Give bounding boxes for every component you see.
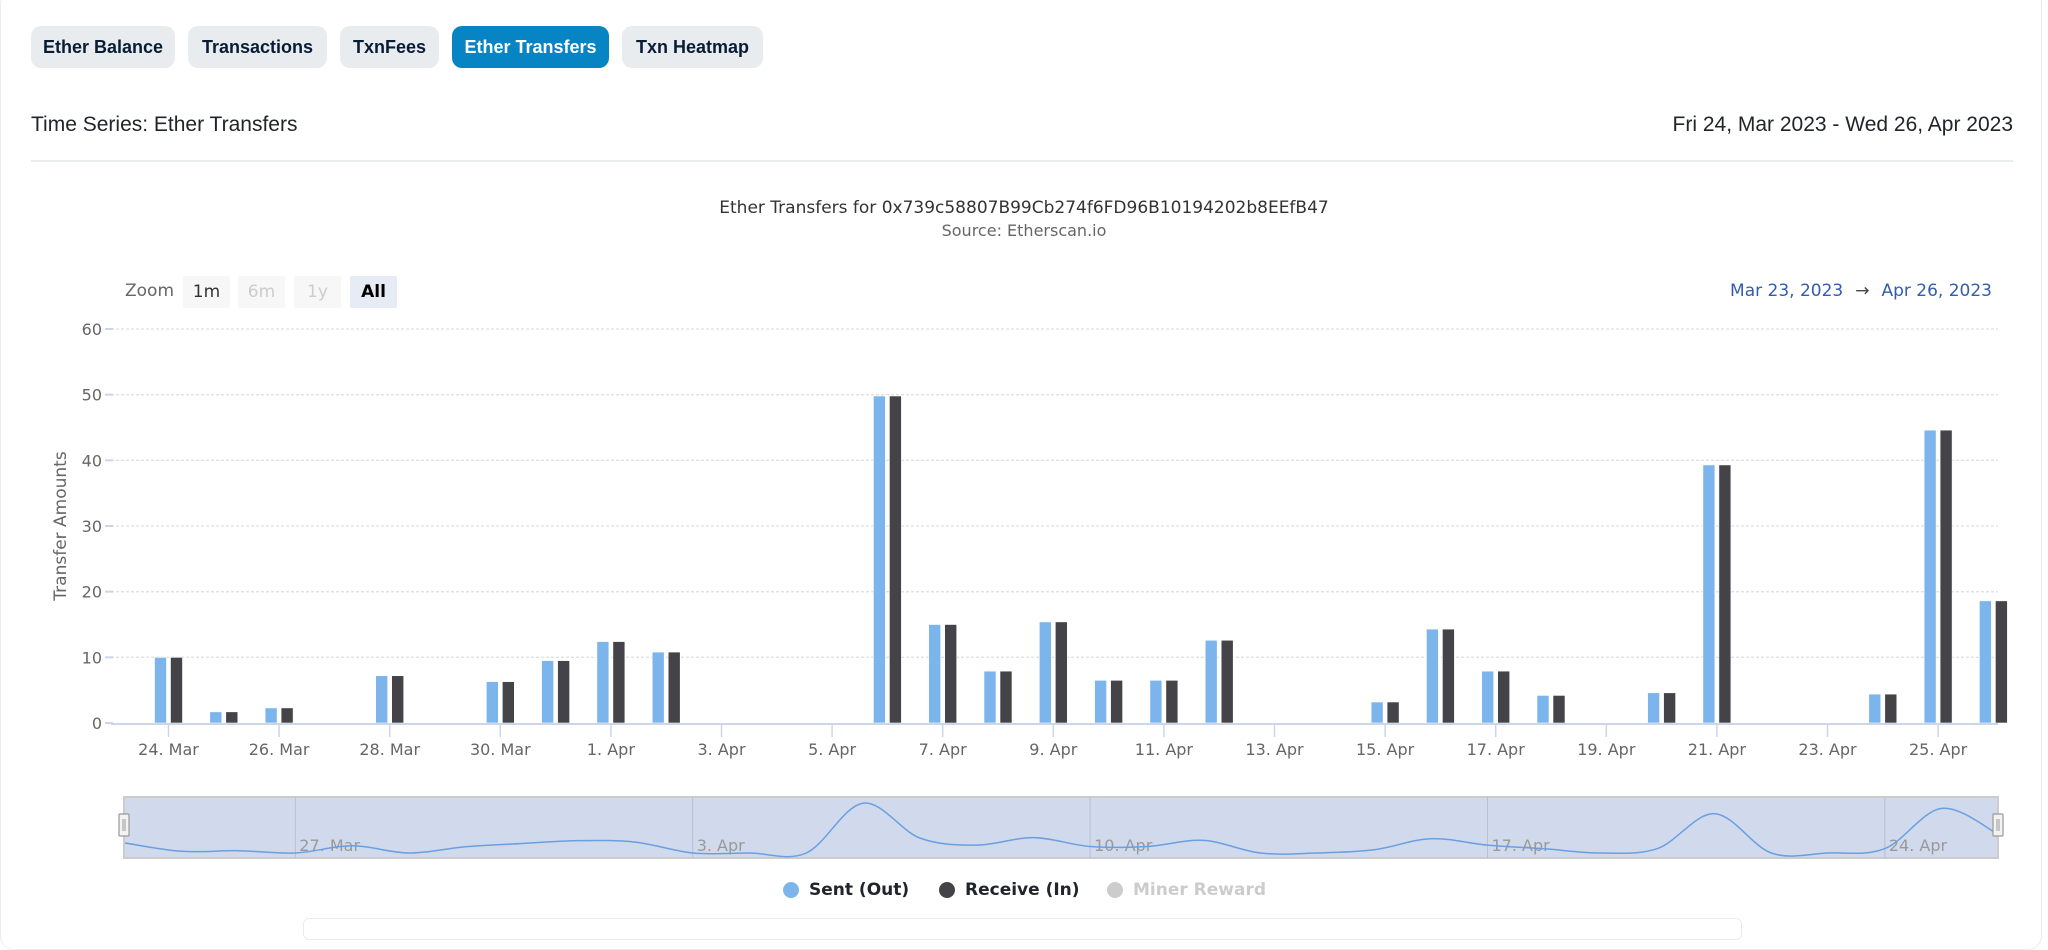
y-tick-label: 30: [82, 517, 102, 536]
navigator-label: 24. Apr: [1889, 836, 1948, 855]
bar-sent: [928, 624, 942, 724]
legend-label: Miner Reward: [1133, 880, 1267, 900]
legend-label: Receive (In): [965, 880, 1080, 900]
bar-receive: [999, 670, 1013, 724]
x-tick-label: 26. Mar: [249, 740, 310, 759]
x-tick-label: 30. Mar: [470, 740, 531, 759]
bar-sent: [1702, 464, 1716, 724]
x-tick-label: 7. Apr: [919, 740, 967, 759]
legend-label: Sent (Out): [809, 880, 910, 900]
bar-sent: [983, 670, 997, 724]
bar-sent: [1923, 429, 1937, 724]
bar-sent: [154, 657, 167, 724]
y-tick-label: 10: [82, 648, 102, 667]
bar-receive: [1663, 692, 1676, 724]
bar-sent: [264, 707, 278, 724]
bar-sent: [1039, 621, 1052, 724]
x-tick-label: 3. Apr: [697, 740, 745, 759]
bar-receive: [1220, 639, 1234, 724]
bar-receive: [944, 624, 958, 724]
bar-sent: [541, 660, 554, 724]
bar-receive: [557, 660, 570, 724]
bar-sent: [1426, 628, 1439, 724]
bar-receive: [889, 395, 902, 724]
bar-receive: [1995, 600, 2008, 724]
bar-receive: [1110, 680, 1123, 724]
y-tick-label: 40: [82, 451, 102, 470]
bar-receive: [1718, 464, 1732, 724]
legend-item-receive[interactable]: Receive (In): [939, 880, 1080, 900]
bar-receive: [501, 681, 515, 724]
y-tick-label: 50: [82, 386, 102, 405]
x-tick-label: 11. Apr: [1135, 740, 1194, 759]
navigator-right-handle[interactable]: [1992, 813, 2004, 837]
legend-dot-icon: [1107, 882, 1123, 898]
x-tick-label: 23. Apr: [1798, 740, 1857, 759]
navigator-label: 10. Apr: [1094, 836, 1153, 855]
x-tick-label: 17. Apr: [1467, 740, 1526, 759]
bar-sent: [873, 395, 886, 724]
navigator-left-handle[interactable]: [118, 813, 130, 837]
bar-receive: [1884, 693, 1898, 724]
y-axis-title: Transfer Amounts: [51, 451, 71, 602]
y-tick-label: 0: [92, 714, 102, 733]
legend-item-sent[interactable]: Sent (Out): [783, 880, 909, 900]
x-tick-label: 19. Apr: [1577, 740, 1636, 759]
bar-sent: [1868, 693, 1882, 724]
bar-receive: [1497, 670, 1510, 724]
x-tick-label: 24. Mar: [138, 740, 199, 759]
bar-sent: [651, 651, 665, 724]
x-tick-label: 1. Apr: [587, 740, 635, 759]
bar-receive: [1552, 695, 1566, 724]
bar-receive: [667, 651, 681, 724]
bar-receive: [391, 675, 405, 724]
bar-receive: [1165, 680, 1179, 724]
bar-receive: [170, 657, 183, 724]
bar-receive: [1055, 621, 1068, 724]
bar-sent: [1094, 680, 1107, 724]
x-tick-label: 5. Apr: [808, 740, 856, 759]
bottom-panel: [303, 918, 1742, 940]
bar-receive: [1939, 429, 1953, 724]
x-tick-label: 28. Mar: [359, 740, 420, 759]
bar-sent: [209, 711, 223, 724]
bar-sent: [1536, 695, 1550, 724]
bar-sent: [375, 675, 389, 724]
x-tick-label: 25. Apr: [1909, 740, 1968, 759]
bar-receive: [225, 711, 239, 724]
bar-sent: [1481, 670, 1494, 724]
x-tick-label: 13. Apr: [1245, 740, 1304, 759]
bar-receive: [612, 641, 626, 724]
bar-sent: [1647, 692, 1660, 724]
bar-receive: [280, 707, 294, 724]
legend-dot-icon: [939, 882, 955, 898]
bar-receive: [1386, 701, 1400, 724]
bar-sent: [1204, 639, 1218, 724]
y-tick-label: 60: [82, 320, 102, 339]
navigator-label: 3. Apr: [697, 836, 745, 855]
bar-sent: [596, 641, 610, 724]
bar-sent: [1979, 600, 1992, 724]
x-tick-label: 9. Apr: [1029, 740, 1077, 759]
chart-svg: 0 10 20 30 40 50 60 Transfer Amounts 24. Mar 26. …: [51, 320, 2008, 859]
x-tick-label: 15. Apr: [1356, 740, 1415, 759]
bar-receive: [1442, 628, 1455, 724]
legend-dot-icon: [783, 882, 799, 898]
bar-sent: [1370, 701, 1384, 724]
legend-item-miner-reward[interactable]: Miner Reward: [1107, 880, 1266, 900]
x-tick-label: 21. Apr: [1688, 740, 1747, 759]
bar-sent: [485, 681, 499, 724]
bar-sent: [1149, 680, 1163, 724]
navigator-mask: [123, 796, 1999, 859]
y-tick-label: 20: [82, 583, 102, 602]
